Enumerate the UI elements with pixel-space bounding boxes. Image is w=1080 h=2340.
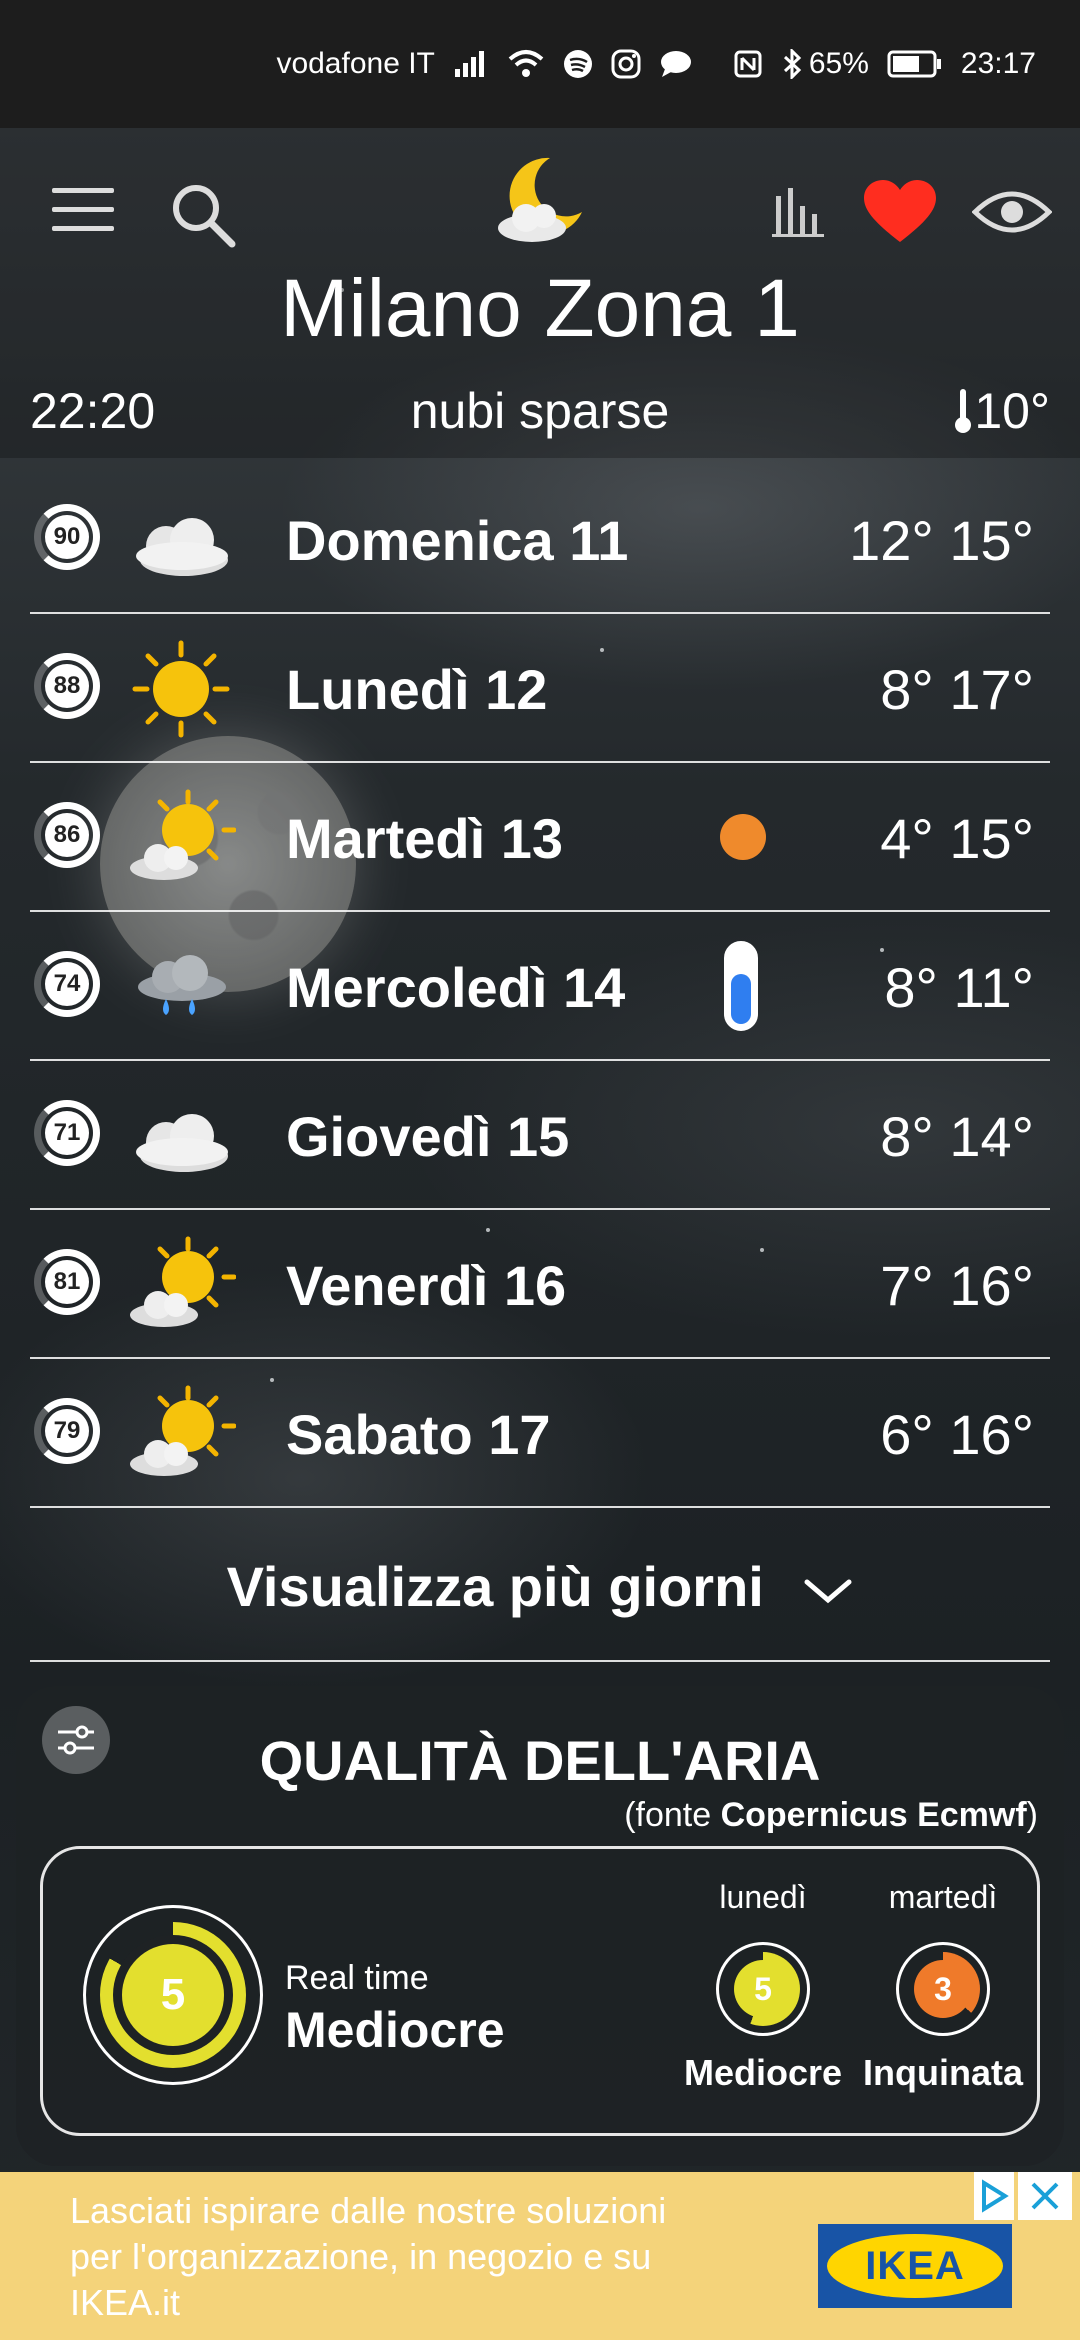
forecast-row[interactable]: 88 Lunedì 12 8° 17° xyxy=(30,613,1050,763)
day-label: Martedì 13 xyxy=(286,807,563,870)
instagram-icon xyxy=(611,49,641,79)
forecast-row[interactable]: 86 Martedì 13 4° 15° xyxy=(30,762,1050,912)
min-max-temp: 8° 17° xyxy=(880,658,1034,721)
aqi-day-forecast: martedì 3 Inquinata xyxy=(863,1879,1023,2094)
rain-icon xyxy=(126,937,236,1037)
weather-alert-icon[interactable] xyxy=(720,814,766,860)
adchoices-icon[interactable] xyxy=(974,2172,1014,2220)
aqi-day-name: martedì xyxy=(888,1879,998,1915)
forecast-row[interactable]: 71 Giovedì 15 8° 14° xyxy=(30,1060,1050,1210)
cloudy-icon xyxy=(126,490,236,590)
day-label: Mercoledì 14 xyxy=(286,956,626,1019)
realtime-label: Real time xyxy=(285,1959,429,1997)
carrier-label: vodafone IT xyxy=(276,47,435,80)
aqi-day-gauge: 5 xyxy=(716,1942,810,2036)
forecast-row[interactable]: 81 Venerdì 16 7° 16° xyxy=(30,1209,1050,1359)
score-badge: 81 xyxy=(34,1249,100,1315)
sun-icon xyxy=(126,639,236,739)
air-quality-panel[interactable]: 5 Real time Mediocre lunedì 5 Mediocre m… xyxy=(40,1846,1040,2136)
day-label: Domenica 11 xyxy=(286,509,629,572)
realtime-aqi-gauge: 5 xyxy=(83,1905,263,2085)
partly-sunny-icon xyxy=(126,1384,237,1484)
score-badge: 86 xyxy=(34,802,100,868)
day-label: Venerdì 16 xyxy=(286,1254,567,1317)
close-icon[interactable] xyxy=(1018,2172,1072,2220)
min-max-temp: 8° 14° xyxy=(880,1105,1034,1168)
thermometer-icon xyxy=(955,389,972,433)
aqi-day-forecast: lunedì 5 Mediocre xyxy=(683,1879,843,2094)
forecast-row[interactable]: 79 Sabato 17 6° 16° xyxy=(30,1358,1050,1508)
battery-percent: 65% xyxy=(808,47,869,80)
ikea-logo: IKEA xyxy=(818,2224,1012,2308)
wifi-icon xyxy=(507,49,545,79)
day-label: Sabato 17 xyxy=(286,1403,551,1466)
signal-icon xyxy=(453,49,489,79)
city-title: Milano Zona 1 xyxy=(280,263,800,354)
partly-sunny-icon xyxy=(126,1235,237,1335)
bluetooth-icon xyxy=(781,49,803,79)
show-more-days-label: Visualizza più giorni xyxy=(30,1554,1050,1619)
score-badge: 90 xyxy=(34,504,100,570)
day-label: Giovedì 15 xyxy=(286,1105,570,1168)
ad-banner[interactable]: Lasciati ispirare dalle nostre soluzioni… xyxy=(0,2172,1080,2340)
score-badge: 71 xyxy=(34,1100,100,1166)
aqi-day-status: Mediocre xyxy=(683,2052,843,2093)
air-quality-title: QUALITÀ DELL'ARIA xyxy=(259,1729,821,1792)
spotify-icon xyxy=(563,49,593,79)
heart-icon[interactable] xyxy=(864,180,936,244)
cold-alert-thermometer-icon[interactable] xyxy=(724,941,758,1031)
search-icon[interactable] xyxy=(168,180,238,250)
air-quality-source: (fonte Copernicus Ecmwf) xyxy=(624,1796,1038,1834)
realtime-aqi-value: 5 xyxy=(122,1944,224,2046)
clock: 23:17 xyxy=(960,47,1036,80)
score-badge: 79 xyxy=(34,1398,100,1464)
forecast-row[interactable]: 74 Mercoledì 14 8° 11° xyxy=(30,911,1050,1061)
battery-icon xyxy=(887,50,943,78)
score-badge: 74 xyxy=(34,951,100,1017)
aqi-day-status: Inquinata xyxy=(863,2052,1023,2093)
aqi-day-name: lunedì xyxy=(719,1879,807,1915)
min-max-temp: 7° 16° xyxy=(880,1254,1034,1317)
show-more-days-button[interactable]: Visualizza più giorni xyxy=(30,1512,1050,1662)
condition-text: nubi sparse xyxy=(410,383,670,439)
menu-icon[interactable] xyxy=(52,188,114,236)
moon-cloud-icon xyxy=(490,150,590,250)
current-temperature-value: 10° xyxy=(974,383,1050,439)
score-badge: 88 xyxy=(34,653,100,719)
status-bar: vodafone IT 65% 23:17 xyxy=(0,0,1080,128)
min-max-temp: 4° 15° xyxy=(880,807,1034,870)
aqi-day-gauge: 3 xyxy=(896,1942,990,2036)
ad-text: Lasciati ispirare dalle nostre soluzioni… xyxy=(70,2190,667,2323)
forecast-row[interactable]: 90 Domenica 11 12° 15° xyxy=(30,464,1050,614)
partly-sunny-icon xyxy=(126,788,237,888)
eye-icon[interactable] xyxy=(971,186,1053,238)
min-max-temp: 12° 15° xyxy=(849,509,1034,572)
chevron-down-icon xyxy=(804,1579,852,1604)
current-conditions: 22:20 nubi sparse 10° xyxy=(0,372,1080,444)
day-label: Lunedì 12 xyxy=(286,658,548,721)
current-temperature: 10° xyxy=(952,382,1050,440)
air-quality-card: QUALITÀ DELL'ARIA (fonte Copernicus Ecmw… xyxy=(16,1686,1064,2166)
realtime-status: Mediocre xyxy=(285,2002,505,2058)
nfc-icon xyxy=(733,49,763,79)
chart-icon[interactable] xyxy=(770,184,826,240)
message-icon xyxy=(659,49,693,79)
min-max-temp: 8° 11° xyxy=(884,956,1034,1019)
cloudy-icon xyxy=(126,1086,236,1186)
min-max-temp: 6° 16° xyxy=(880,1403,1034,1466)
